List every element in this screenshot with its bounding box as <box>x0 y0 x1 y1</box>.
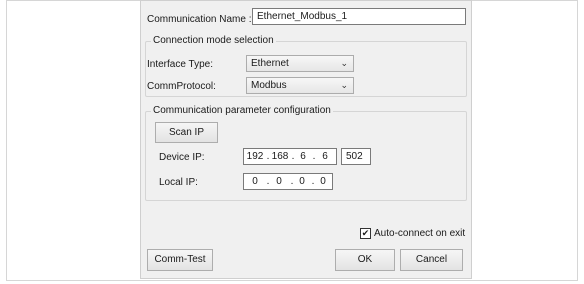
comm-protocol-select[interactable]: Modbus ⌄ <box>246 77 354 94</box>
local-ip-octet-3: 0 <box>299 176 305 187</box>
device-ip-octet-2: 168 <box>271 151 289 162</box>
frame-bottom-line <box>6 280 578 281</box>
interface-type-label: Interface Type: <box>147 59 213 70</box>
comm-test-button[interactable]: Comm-Test <box>147 249 213 271</box>
cancel-button[interactable]: Cancel <box>400 249 463 271</box>
checkmark-icon: ✔ <box>361 228 370 238</box>
device-ip-octet-3: 6 <box>300 151 306 162</box>
device-ip-octet-4: 6 <box>322 151 328 162</box>
frame-left-line <box>6 0 7 281</box>
interface-type-select[interactable]: Ethernet ⌄ <box>246 55 354 72</box>
device-ip-label: Device IP: <box>159 152 205 163</box>
local-ip-input[interactable]: 0 . 0 . 0 . 0 <box>243 173 333 190</box>
comm-name-label: Communication Name : <box>147 14 252 25</box>
local-ip-octet-4: 0 <box>320 176 326 187</box>
local-ip-octet-1: 0 <box>252 176 258 187</box>
chevron-down-icon: ⌄ <box>340 80 348 90</box>
chevron-down-icon: ⌄ <box>340 58 348 68</box>
comm-params-title: Communication parameter configuration <box>151 105 333 117</box>
comm-protocol-label: CommProtocol: <box>147 81 216 92</box>
local-ip-label: Local IP: <box>159 177 198 188</box>
interface-type-value: Ethernet <box>251 58 289 69</box>
comm-protocol-value: Modbus <box>251 80 287 91</box>
ok-button[interactable]: OK <box>335 249 395 271</box>
communication-dialog: Communication Name : Ethernet_Modbus_1 C… <box>140 0 472 279</box>
auto-connect-checkbox[interactable]: ✔ <box>360 228 371 239</box>
frame-right-line <box>577 0 578 281</box>
device-ip-input[interactable]: 192 . 168 . 6 . 6 <box>243 148 337 165</box>
device-port-input[interactable]: 502 <box>341 148 371 165</box>
connection-mode-title: Connection mode selection <box>151 35 276 47</box>
scan-ip-button[interactable]: Scan IP <box>155 122 218 143</box>
device-ip-octet-1: 192 <box>246 151 264 162</box>
auto-connect-label[interactable]: Auto-connect on exit <box>374 228 465 239</box>
local-ip-octet-2: 0 <box>276 176 282 187</box>
comm-name-input[interactable]: Ethernet_Modbus_1 <box>252 8 466 25</box>
